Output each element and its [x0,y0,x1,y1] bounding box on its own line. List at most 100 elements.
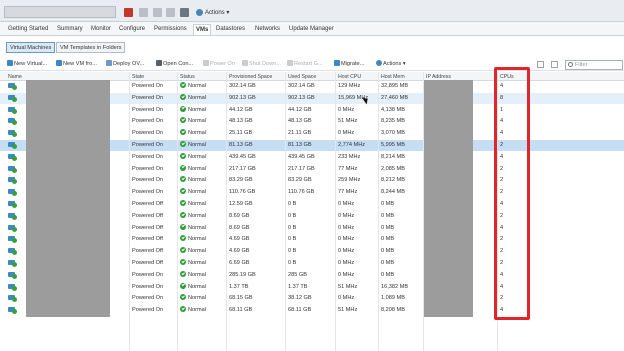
col-status[interactable]: Status [180,73,195,81]
new-virtual-machine-button[interactable]: New Virtual... [7,60,47,69]
export-icon[interactable] [551,61,558,68]
state-cell: Powered On [132,153,164,160]
col-state[interactable]: State [132,73,144,81]
used-space-cell: 21.11 GB [288,130,312,137]
status-label: Normal [188,94,207,101]
status-ok-icon [180,105,186,112]
provisioned-space-cell: 83.29 GB [229,177,253,184]
tab-configure[interactable]: Configure [117,24,147,35]
status-cell: Normal [180,81,206,92]
status-label: Normal [188,130,207,137]
status-ok-icon [180,129,186,136]
gear-icon [196,8,203,16]
new-vm-from-template-button[interactable]: New VM fro... [56,60,97,69]
subtab-virtual-machines[interactable]: Virtual Machines [6,42,56,53]
used-space-cell: 217.17 GB [288,165,315,172]
stop-icon[interactable] [153,8,162,17]
status-ok-icon [180,82,186,88]
provisioned-space-cell: 4.69 GB [229,236,250,243]
host-mem-cell: 5,995 MB [381,142,405,148]
host-cpu-cell: 0 MHz [338,224,355,231]
col-used-space[interactable]: Used Space [288,73,316,81]
status-ok-icon [180,235,186,242]
used-space-cell: 902.13 GB [288,94,315,101]
tab-vms[interactable]: VMs [193,24,212,35]
status-label: Normal [188,165,207,172]
state-cell: Powered On [132,307,164,314]
column-divider [129,72,130,351]
host-mem-cell: 3,070 MB [381,130,405,137]
vm-icon [8,271,17,279]
state-cell: Powered Off [132,260,163,266]
state-cell: Powered On [132,271,164,278]
provisioned-space-cell: 902.13 GB [229,94,256,101]
provisioned-space-cell: 217.17 GB [229,165,256,172]
provisioned-space-cell: 81.13 GB [229,142,253,148]
tab-monitor[interactable]: Monitor [89,24,113,35]
status-cell: Normal [180,93,206,104]
status-cell: Normal [180,187,206,198]
col-host-cpu[interactable]: Host CPU [338,73,361,81]
restart-guest-button[interactable]: Restart G... [287,60,323,69]
status-ok-icon [180,211,186,218]
shut-down-button[interactable]: Shut Down... [242,60,281,69]
gear-icon [376,60,382,66]
col-host-mem[interactable]: Host Mem [381,73,405,81]
host-mem-cell: 8,212 MB [381,177,405,184]
power-on-button[interactable]: Power On [203,60,235,69]
status-label: Normal [188,271,207,278]
used-space-cell: 439.45 GB [288,153,315,160]
migrate-button[interactable]: Migrate... [334,60,364,69]
status-label: Normal [188,212,207,219]
status-ok-icon [180,152,186,159]
status-ok-icon [180,223,186,230]
col-name[interactable]: Name [8,73,22,81]
open-console-button[interactable]: Open Con... [156,60,193,69]
pin-icon[interactable] [537,61,544,68]
host-cpu-cell: 51 MHz [338,118,358,125]
host-cpu-cell: 0 MHz [338,106,355,113]
status-label: Normal [188,142,207,148]
col-provisioned-space[interactable]: Provisioned Space [229,73,272,81]
status-cell: Normal [180,105,206,116]
stop-icon [242,60,248,66]
vm-icon [8,130,17,138]
actions-menu[interactable]: Actions ▾ [196,8,229,18]
status-cell: Normal [180,282,206,293]
provisioned-space-cell: 8.69 GB [229,224,250,231]
host-cpu-cell: 51 MHz [338,307,358,314]
tab-networks[interactable]: Networks [253,24,282,35]
actions-button[interactable]: Actions ▾ [376,60,406,69]
vm-icon [8,83,17,90]
tab-datastores[interactable]: Datastores [214,24,247,35]
sub-tabs: Virtual Machines VM Templates in Folders [0,38,624,54]
new-vm-icon[interactable] [139,8,148,17]
tab-permissions[interactable]: Permissions [152,24,189,35]
host-cpu-cell: 233 MHz [338,153,361,160]
state-cell: Powered On [132,283,164,290]
subtab-vm-templates[interactable]: VM Templates in Folders [56,42,126,53]
tab-update-manager[interactable]: Update Manager [287,24,336,35]
vm-icon [8,189,17,197]
used-space-cell: 68.11 GB [288,307,312,314]
host-mem-cell: 1,089 MB [381,295,405,302]
provisioned-space-cell: 110.76 GB [229,189,256,196]
tab-getting-started[interactable]: Getting Started [6,24,50,35]
provisioned-space-cell: 68.15 GB [229,295,253,302]
used-space-cell: 0 B [288,248,297,255]
host-cpu-cell: 0 MHz [338,248,355,255]
deploy-ovf-button[interactable]: Deploy OV... [106,60,144,69]
console-icon[interactable] [180,8,189,17]
host-icon[interactable] [124,8,133,17]
status-label: Normal [188,260,207,266]
column-divider [335,72,336,351]
host-cpu-cell: 0 MHz [338,130,355,137]
vm-icon [8,224,17,232]
tab-summary[interactable]: Summary [55,24,85,35]
host-mem-cell: 0 MB [381,248,395,255]
used-space-cell: 0 B [288,201,297,207]
used-space-cell: 1.37 TB [288,283,308,290]
suspend-icon[interactable] [166,8,175,17]
vm-icon [8,236,17,244]
filter-input[interactable]: Filter [565,60,623,70]
